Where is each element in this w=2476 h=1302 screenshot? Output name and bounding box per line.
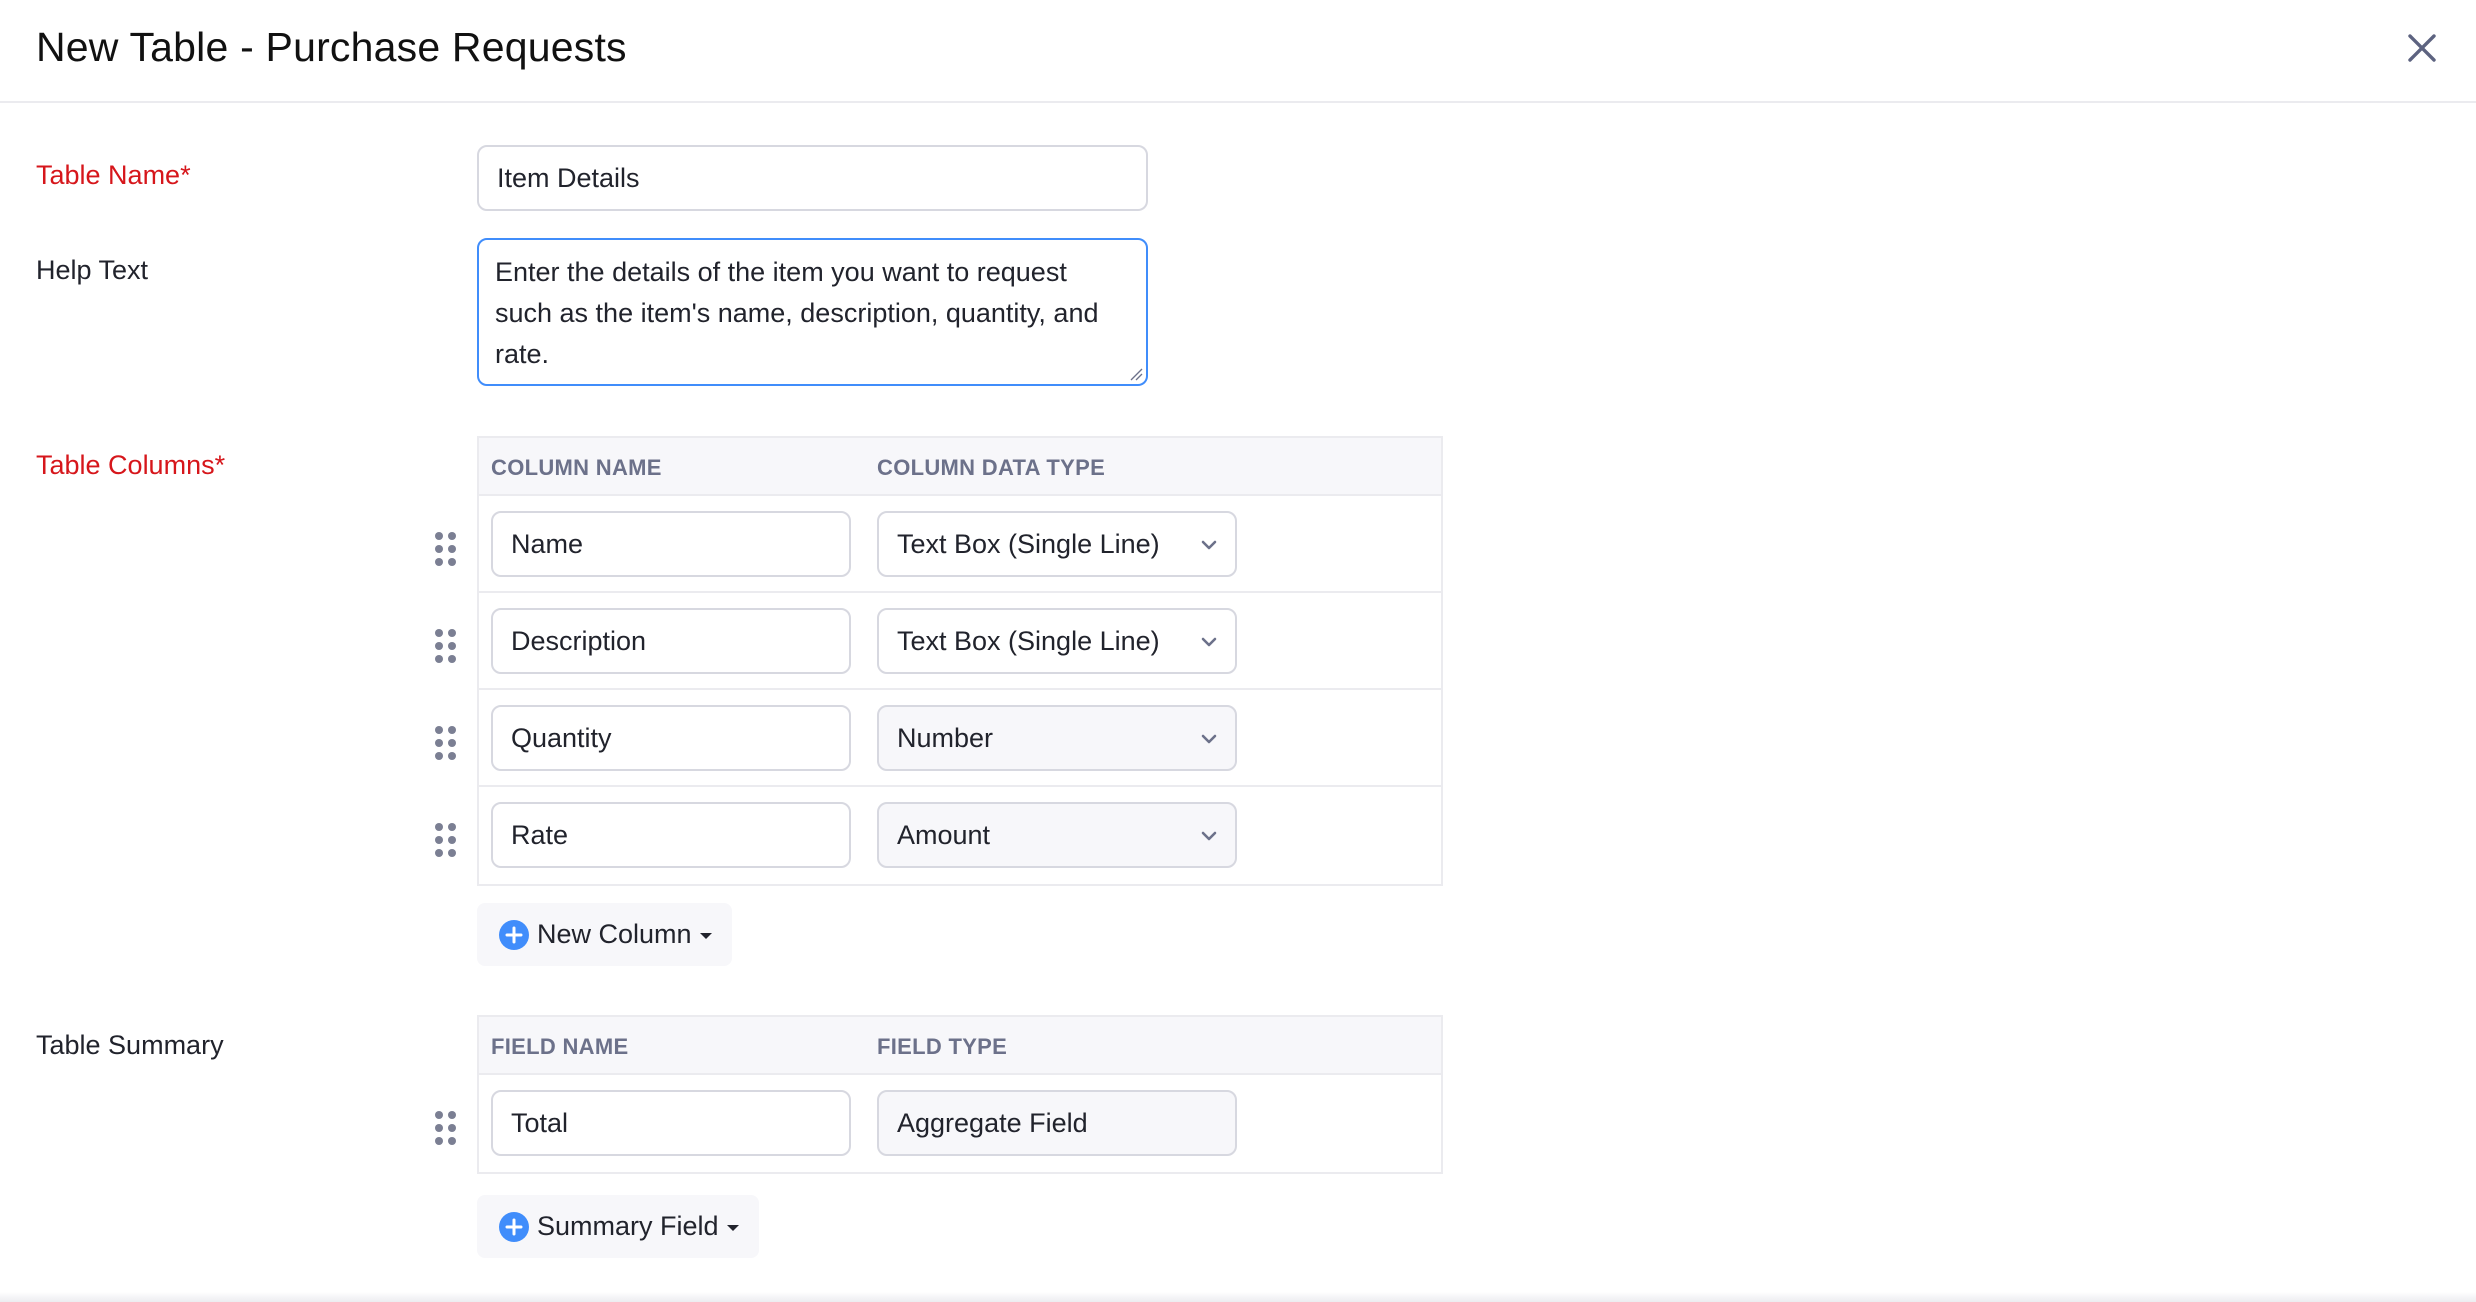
column-type-select[interactable]: Text Box (Single Line) [877, 511, 1237, 577]
chevron-down-icon [1201, 831, 1217, 841]
column-type-value: Amount [897, 819, 991, 850]
help-text-label: Help Text [36, 255, 149, 285]
table-summary-grid: FIELD NAME FIELD TYPE Total Aggregate Fi… [435, 1015, 1443, 1174]
table-row: Description Text Box (Single Line) [435, 593, 1441, 690]
table-columns-header: COLUMN NAME COLUMN DATA TYPE [479, 438, 1441, 496]
table-name-label: Table Name* [36, 160, 191, 190]
caret-down-icon [726, 1224, 739, 1231]
drag-handle-icon[interactable] [435, 532, 457, 566]
column-name-input[interactable]: Rate [491, 802, 851, 868]
column-name-input[interactable]: Name [491, 511, 851, 577]
table-row: Name Text Box (Single Line) [435, 496, 1441, 593]
new-column-button[interactable]: New Column [477, 903, 732, 966]
table-summary-label: Table Summary [36, 1030, 224, 1060]
caret-down-icon [699, 932, 712, 939]
close-button[interactable] [2400, 26, 2444, 70]
footer-shadow [0, 1292, 2476, 1302]
chevron-down-icon [1201, 540, 1217, 550]
table-summary-header: FIELD NAME FIELD TYPE [479, 1017, 1441, 1075]
table-row: Total Aggregate Field [435, 1075, 1441, 1172]
summary-field-button[interactable]: Summary Field [477, 1195, 759, 1258]
resize-grip-icon[interactable] [1129, 367, 1143, 381]
column-type-value: Text Box (Single Line) [897, 625, 1160, 656]
close-icon [2408, 34, 2436, 62]
table-row: Quantity Number [435, 690, 1441, 787]
drag-handle-icon[interactable] [435, 1111, 457, 1145]
column-type-select[interactable]: Text Box (Single Line) [877, 608, 1237, 674]
column-data-type-header: COLUMN DATA TYPE [877, 455, 1106, 480]
field-type-field: Aggregate Field [877, 1090, 1237, 1156]
dialog-title: New Table - Purchase Requests [36, 24, 627, 70]
chevron-down-icon [1201, 734, 1217, 744]
help-text-textarea[interactable]: Enter the details of the item you want t… [477, 238, 1148, 386]
column-type-value: Text Box (Single Line) [897, 528, 1160, 559]
field-type-header: FIELD TYPE [877, 1034, 1008, 1059]
column-name-header: COLUMN NAME [491, 455, 662, 480]
chevron-down-icon [1201, 637, 1217, 647]
dialog-header: New Table - Purchase Requests [0, 0, 2476, 103]
summary-field-label: Summary Field [537, 1211, 719, 1241]
plus-circle-icon [499, 1211, 529, 1242]
field-name-header: FIELD NAME [491, 1034, 629, 1059]
table-columns-label: Table Columns* [36, 450, 226, 480]
table-columns-grid: COLUMN NAME COLUMN DATA TYPE Name Text B… [435, 436, 1443, 886]
help-text-value: Enter the details of the item you want t… [495, 257, 1099, 369]
column-name-input[interactable]: Description [491, 608, 851, 674]
drag-handle-icon[interactable] [435, 726, 457, 760]
column-name-input[interactable]: Quantity [491, 705, 851, 771]
field-name-input[interactable]: Total [491, 1090, 851, 1156]
drag-handle-icon[interactable] [435, 629, 457, 663]
column-type-value: Number [897, 722, 994, 753]
table-name-input[interactable]: Item Details [477, 145, 1148, 211]
table-row: Rate Amount [435, 787, 1441, 884]
plus-circle-icon [499, 919, 529, 950]
column-type-select[interactable]: Amount [877, 802, 1237, 868]
new-column-label: New Column [537, 919, 692, 949]
column-type-select[interactable]: Number [877, 705, 1237, 771]
drag-handle-icon[interactable] [435, 823, 457, 857]
